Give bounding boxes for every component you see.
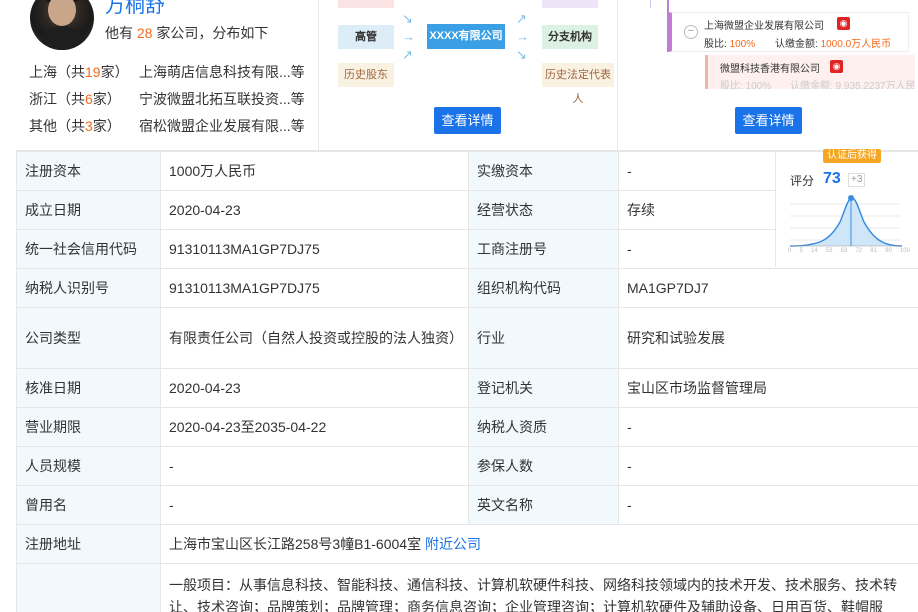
value-found-date: 2020-04-23 xyxy=(160,190,469,230)
label-paid-capital: 实缴资本 xyxy=(468,151,619,191)
table-row: 营业期限 2020-04-23至2035-04-22 纳税人资质 - xyxy=(16,407,918,447)
score-distribution-chart xyxy=(790,195,903,247)
value-tax-quality: - xyxy=(618,407,918,447)
person-name[interactable]: 万桐舒 xyxy=(105,0,165,18)
status-icon: ◉ xyxy=(837,17,850,30)
region-company-link[interactable]: 上海萌店信息科技有限... xyxy=(139,64,291,80)
region-company-link[interactable]: 宿松微盟企业发展有限... xyxy=(139,118,291,134)
panel-divider xyxy=(318,0,319,151)
node-history-legal-rep: 历史法定代表人 xyxy=(542,63,614,105)
diagram-top-left-box xyxy=(338,0,394,8)
equity-company-name[interactable]: 上海微盟企业发展有限公司 xyxy=(704,17,824,32)
label-org-code: 组织机构代码 xyxy=(468,268,619,308)
table-row: 公司类型 有限责任公司（自然人投资或控股的法人独资） 行业 研究和试验发展 xyxy=(16,307,918,369)
arrow-icon: ↘ xyxy=(402,11,413,26)
table-row: 纳税人识别号 91310113MA1GP7DJ75 组织机构代码 MA1GP7D… xyxy=(16,268,918,308)
value-taxpayer-id: 91310113MA1GP7DJ75 xyxy=(160,268,469,308)
score-label: 评分 xyxy=(790,174,815,188)
label-english-name: 英文名称 xyxy=(468,485,619,525)
label-tax-quality: 纳税人资质 xyxy=(468,407,619,447)
region-row-zhejiang: 浙江（共6家） 宁波微盟北拓互联投资...等 xyxy=(29,91,305,107)
value-scope: 一般项目：从事信息科技、智能科技、通信科技、计算机软硬件科技、网络科技领域内的技… xyxy=(160,563,918,612)
label-found-date: 成立日期 xyxy=(16,190,161,230)
table-row: 核准日期 2020-04-23 登记机关 宝山区市场监督管理局 xyxy=(16,368,918,408)
value-staff-size: - xyxy=(160,446,469,486)
label-insured: 参保人数 xyxy=(468,446,619,486)
node-executives: 高管 xyxy=(338,25,394,49)
label-credit-code: 统一社会信用代码 xyxy=(16,229,161,269)
label-reg-authority: 登记机关 xyxy=(468,368,619,408)
equity-amount: 认缴金额: 9,935.2237万人民 xyxy=(790,81,915,89)
value-industry: 研究和试验发展 xyxy=(618,307,918,369)
label-staff-size: 人员规模 xyxy=(16,446,161,486)
arrow-icon: ↗ xyxy=(516,11,527,26)
value-insured: - xyxy=(618,446,918,486)
company-count: 28 xyxy=(136,25,153,41)
equity-company-name[interactable]: 微盟科技香港有限公司 xyxy=(720,60,820,75)
label-reg-capital: 注册资本 xyxy=(16,151,161,191)
label-company-type: 公司类型 xyxy=(16,307,161,369)
diagram-top-right-box xyxy=(542,0,598,8)
table-row: 注册地址 上海市宝山区长江路258号3幢B1-6004室 附近公司 xyxy=(16,524,918,564)
label-scope xyxy=(16,563,161,612)
label-term: 营业期限 xyxy=(16,407,161,447)
score-value[interactable]: 73 xyxy=(823,170,841,188)
node-branches: 分支机构 xyxy=(542,25,598,49)
arrow-icon: → xyxy=(402,29,415,44)
table-row: 人员规模 - 参保人数 - xyxy=(16,446,918,486)
region-company-link[interactable]: 宁波微盟北拓互联投资... xyxy=(139,91,291,107)
label-former-name: 曾用名 xyxy=(16,485,161,525)
collapse-icon[interactable]: − xyxy=(684,25,698,39)
value-approve-date: 2020-04-23 xyxy=(160,368,469,408)
value-reg-authority: 宝山区市场监督管理局 xyxy=(618,368,918,408)
value-former-name: - xyxy=(160,485,469,525)
value-credit-code: 91310113MA1GP7DJ75 xyxy=(160,229,469,269)
table-row: 曾用名 - 英文名称 - xyxy=(16,485,918,525)
label-taxpayer-id: 纳税人识别号 xyxy=(16,268,161,308)
label-status: 经营状态 xyxy=(468,190,619,230)
node-history-shareholders: 历史股东 xyxy=(338,63,394,87)
region-row-other: 其他（共3家） 宿松微盟企业发展有限...等 xyxy=(29,118,305,134)
label-industry: 行业 xyxy=(468,307,619,369)
region-row-shanghai: 上海（共19家） 上海萌店信息科技有限...等 xyxy=(29,64,305,80)
value-reg-capital: 1000万人民币 xyxy=(160,151,469,191)
label-biz-reg-no: 工商注册号 xyxy=(468,229,619,269)
status-icon: ◉ xyxy=(830,60,843,73)
nearby-companies-link[interactable]: 附近公司 xyxy=(425,536,481,552)
arrow-icon: ↗ xyxy=(402,47,413,62)
value-english-name: - xyxy=(618,485,918,525)
value-company-type: 有限责任公司（自然人投资或控股的法人独资） xyxy=(160,307,469,369)
value-org-code: MA1GP7DJ7 xyxy=(618,268,918,308)
person-summary: 他有 28 家公司，分布如下 xyxy=(105,25,269,41)
value-term: 2020-04-23至2035-04-22 xyxy=(160,407,469,447)
score-axis: 0 5 14 53 63 72 81 90 100 xyxy=(788,248,910,254)
arrow-icon: ↘ xyxy=(516,47,527,62)
label-address: 注册地址 xyxy=(16,524,161,564)
score-plus: +3 xyxy=(848,173,866,187)
score-badge[interactable]: 认证后获得 xyxy=(823,149,881,163)
equity-amount: 认缴金额: 1000.0万人民币 xyxy=(775,39,892,50)
value-address: 上海市宝山区长江路258号3幢B1-6004室 附近公司 xyxy=(160,524,918,564)
equity-item[interactable]: − 上海微盟企业发展有限公司 ◉ 股比: 100% 认缴金额: 1000.0万人… xyxy=(669,12,909,52)
diagram-details-button[interactable]: 查看详情 xyxy=(434,107,501,134)
equity-item[interactable]: 微盟科技香港有限公司 ◉ 股比: 100% 认缴金额: 9,935.2237万人… xyxy=(705,55,915,89)
equity-details-button[interactable]: 查看详情 xyxy=(735,107,802,134)
equity-ratio: 股比: 100% xyxy=(720,81,772,89)
top-panels: 万桐舒 他有 28 家公司，分布如下 上海（共19家） 上海萌店信息科技有限...… xyxy=(16,0,918,151)
node-company: XXXX有限公司 xyxy=(427,24,505,49)
panel-divider xyxy=(617,0,618,151)
label-approve-date: 核准日期 xyxy=(16,368,161,408)
equity-ratio: 股比: 100% xyxy=(704,39,756,50)
equity-tree-line xyxy=(650,0,651,8)
avatar[interactable] xyxy=(30,0,94,50)
arrow-icon: → xyxy=(516,29,529,44)
table-row: 一般项目：从事信息科技、智能科技、通信科技、计算机软硬件科技、网络科技领域内的技… xyxy=(16,563,918,612)
